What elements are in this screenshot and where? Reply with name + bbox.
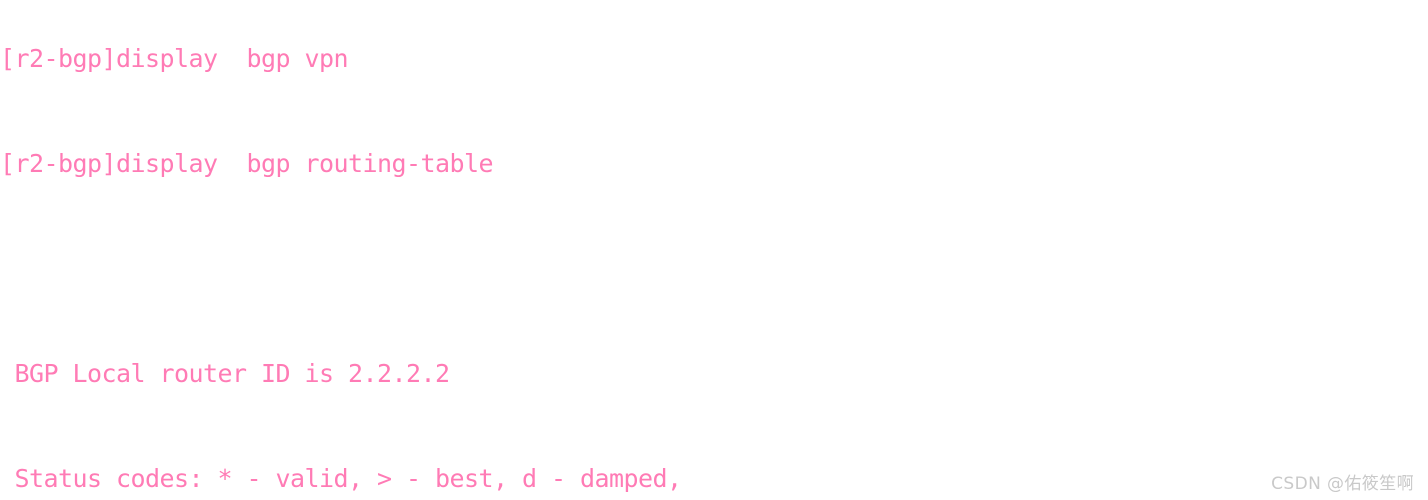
terminal-line-command: [r2-bgp]display bgp routing-table bbox=[0, 149, 494, 178]
terminal-output[interactable]: [r2-bgp]display bgp vpn [r2-bgp]display … bbox=[0, 0, 1428, 500]
terminal-line-prev-command: [r2-bgp]display bgp vpn bbox=[0, 44, 349, 73]
terminal-line-blank-1 bbox=[0, 251, 1428, 286]
terminal-line-router-id: BGP Local router ID is 2.2.2.2 bbox=[0, 359, 451, 388]
terminal-line-status-codes: Status codes: * - valid, > - best, d - d… bbox=[0, 464, 683, 493]
terminal-screen: [r2-bgp]display bgp vpn [r2-bgp]display … bbox=[0, 0, 1428, 500]
csdn-watermark: CSDN @佑筱笙啊 bbox=[1271, 474, 1414, 494]
